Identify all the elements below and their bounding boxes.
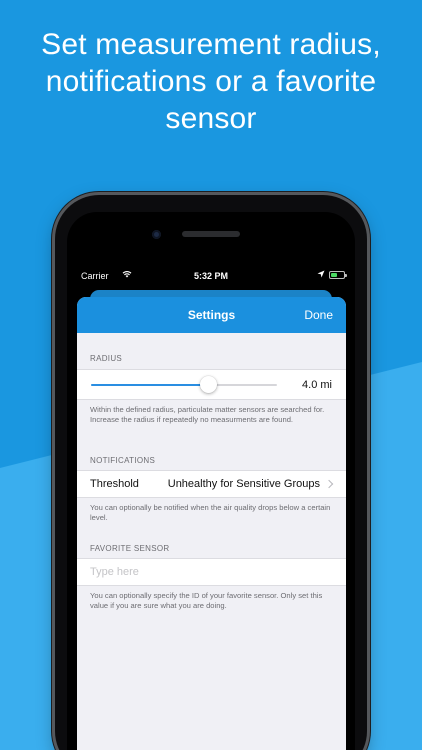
threshold-label: Threshold xyxy=(90,478,139,490)
phone-power-button xyxy=(367,318,370,380)
done-button[interactable]: Done xyxy=(304,308,333,322)
favorite-sensor-cell xyxy=(77,558,346,586)
front-camera xyxy=(152,230,161,239)
earpiece-speaker xyxy=(182,231,240,237)
headline-line-3: sensor xyxy=(165,102,257,135)
favorite-sensor-input[interactable] xyxy=(90,563,330,581)
chevron-right-icon xyxy=(324,479,334,489)
marketing-headline: Set measurement radius, notifications or… xyxy=(0,26,422,137)
favorite-sensor-section-header: FAVORITE SENSOR xyxy=(90,544,170,553)
notifications-section-footer: You can optionally be notified when the … xyxy=(90,503,331,522)
settings-sheet: Settings Done RADIUS 4.0 mi Within the d… xyxy=(77,297,346,750)
threshold-cell[interactable]: Threshold Unhealthy for Sensitive Groups xyxy=(77,470,346,498)
notifications-section-header: NOTIFICATIONS xyxy=(90,456,156,465)
radius-value: 4.0 mi xyxy=(302,379,332,391)
location-icon xyxy=(317,270,325,280)
radius-slider-fill xyxy=(91,384,209,386)
radius-slider[interactable] xyxy=(91,384,277,386)
headline-line-1: Set measurement radius, xyxy=(41,28,381,61)
status-bar: Carrier 5:32 PM xyxy=(67,268,355,284)
radius-section-header: RADIUS xyxy=(90,354,123,363)
radius-cell: 4.0 mi xyxy=(77,369,346,400)
headline-line-2: notifications or a favorite xyxy=(45,65,377,98)
threshold-value: Unhealthy for Sensitive Groups xyxy=(167,478,320,490)
status-time: 5:32 PM xyxy=(193,271,228,281)
battery-icon xyxy=(329,271,347,279)
radius-slider-thumb[interactable] xyxy=(199,376,217,393)
navigation-bar: Settings Done xyxy=(77,297,346,333)
favorite-sensor-section-footer: You can optionally specify the ID of you… xyxy=(90,591,323,610)
radius-section-footer: Within the defined radius, particulate m… xyxy=(90,405,325,424)
